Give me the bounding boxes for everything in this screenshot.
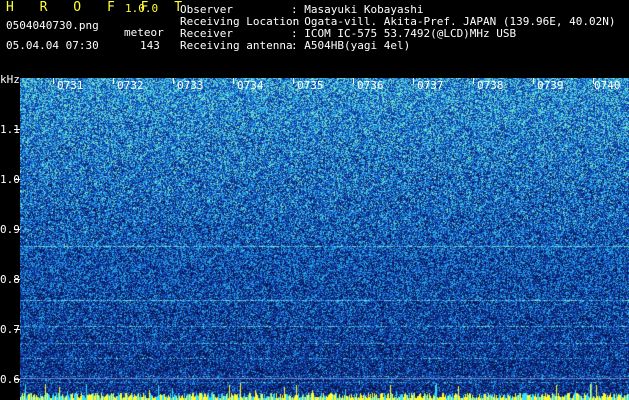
x-tick-mark bbox=[113, 78, 114, 84]
y-tick-mark bbox=[14, 229, 20, 230]
x-tick-mark bbox=[293, 78, 294, 84]
x-tick-mark bbox=[593, 78, 594, 84]
x-tick-mark bbox=[353, 78, 354, 84]
x-tick-mark bbox=[473, 78, 474, 84]
x-tick-label: 0732 bbox=[117, 79, 144, 92]
app-title: H R O F F T bbox=[6, 0, 192, 15]
x-tick-mark bbox=[233, 78, 234, 84]
meteor-count: 143 bbox=[140, 39, 160, 52]
observation-datetime: 05.04.04 07:30 bbox=[6, 39, 99, 52]
x-tick-label: 0738 bbox=[477, 79, 504, 92]
x-tick-label: 0737 bbox=[417, 79, 444, 92]
meteor-label: meteor bbox=[124, 26, 164, 39]
y-tick-mark bbox=[14, 129, 20, 130]
x-tick-label: 0736 bbox=[357, 79, 384, 92]
y-tick-mark bbox=[14, 379, 20, 380]
x-tick-label: 0734 bbox=[237, 79, 264, 92]
y-tick-mark bbox=[14, 179, 20, 180]
spectrogram-canvas bbox=[20, 78, 629, 400]
x-tick-label: 0731 bbox=[57, 79, 84, 92]
y-tick-mark bbox=[14, 329, 20, 330]
header-panel: H R O F F T 1.0.0 0504040730.png meteor … bbox=[0, 0, 629, 78]
x-tick-label: 0740 bbox=[594, 79, 621, 92]
y-tick-mark bbox=[14, 279, 20, 280]
x-tick-label: 0739 bbox=[537, 79, 564, 92]
info-key-antenna: Receiving antenna bbox=[180, 39, 293, 52]
x-tick-mark bbox=[173, 78, 174, 84]
x-tick-label: 0735 bbox=[297, 79, 324, 92]
x-tick-mark bbox=[413, 78, 414, 84]
x-tick-mark bbox=[53, 78, 54, 84]
x-tick-mark bbox=[533, 78, 534, 84]
file-name: 0504040730.png bbox=[6, 19, 99, 32]
app-version: 1.0.0 bbox=[125, 2, 159, 15]
y-axis-unit: kHz bbox=[0, 73, 20, 86]
x-tick-label: 0733 bbox=[177, 79, 204, 92]
info-value-antenna: : A504HB(yagi 4el) bbox=[291, 39, 411, 52]
